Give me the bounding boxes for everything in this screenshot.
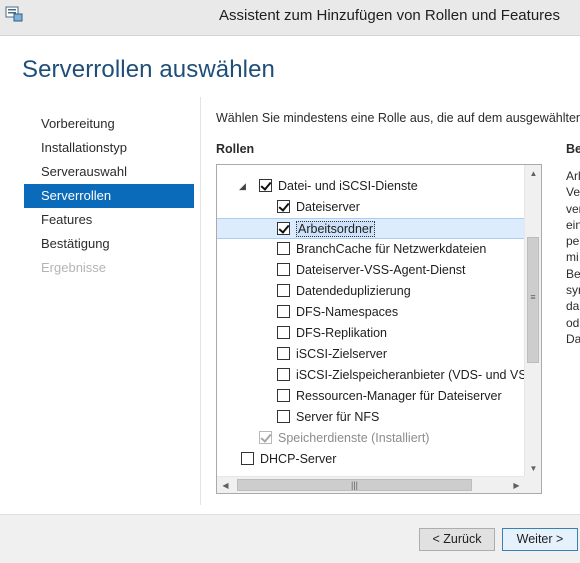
description-header: Be bbox=[566, 142, 580, 156]
nav-divider bbox=[200, 97, 201, 505]
role-checkbox[interactable] bbox=[277, 347, 290, 360]
description-line: Da bbox=[566, 331, 580, 346]
grip-icon: ≡ bbox=[530, 292, 536, 302]
nav-item-features[interactable]: Features bbox=[24, 208, 194, 232]
role-label: DHCP-Server bbox=[260, 452, 337, 466]
role-row[interactable]: ◢ Datei- und iSCSI-Dienste bbox=[217, 176, 525, 197]
nav-item-bestätigung[interactable]: Bestätigung bbox=[24, 232, 194, 256]
role-checkbox[interactable] bbox=[277, 305, 290, 318]
roles-header: Rollen bbox=[216, 142, 255, 156]
description-line: Arl bbox=[566, 169, 580, 183]
nav-item-ergebnisse: Ergebnisse bbox=[41, 260, 107, 275]
scrollbar-corner bbox=[524, 476, 541, 493]
role-row[interactable]: Datendeduplizierung bbox=[217, 281, 525, 302]
role-label: Server für NFS bbox=[296, 410, 380, 424]
role-label: Speicherdienste (Installiert) bbox=[278, 431, 430, 445]
horizontal-scroll-thumb[interactable]: ||| bbox=[237, 479, 472, 491]
role-checkbox[interactable] bbox=[259, 179, 272, 192]
nav-item-serverrollen[interactable]: Serverrollen bbox=[24, 184, 194, 208]
role-checkbox[interactable] bbox=[277, 222, 290, 235]
role-row[interactable]: Dateiserver-VSS-Agent-Dienst bbox=[217, 260, 525, 281]
role-row[interactable]: iSCSI-Zielspeicheranbieter (VDS- und VSS… bbox=[217, 365, 525, 386]
role-label: Datei- und iSCSI-Dienste bbox=[278, 179, 418, 193]
role-row[interactable]: Server für NFS bbox=[217, 407, 525, 428]
nav-item-installationstyp[interactable]: Installationstyp bbox=[24, 136, 194, 160]
role-row[interactable]: DHCP-Server bbox=[217, 449, 525, 470]
instruction-text: Wählen Sie mindestens eine Rolle aus, di… bbox=[216, 111, 580, 125]
scroll-up-icon[interactable]: ▲ bbox=[525, 165, 541, 182]
window-title: Assistent zum Hinzufügen von Rollen und … bbox=[218, 7, 560, 24]
description-line: Be bbox=[566, 266, 580, 281]
role-label: Ressourcen-Manager für Dateiserver bbox=[296, 389, 502, 403]
scroll-right-icon[interactable]: ▶ bbox=[508, 477, 525, 493]
wizard-nav: Vorbereitung Installationstyp Serverauswah… bbox=[24, 112, 194, 280]
vertical-scrollbar[interactable]: ▲ ≡ ▼ bbox=[524, 165, 541, 477]
role-label: Dateiserver-VSS-Agent-Dienst bbox=[296, 263, 466, 277]
scroll-down-icon[interactable]: ▼ bbox=[525, 460, 541, 477]
collapse-arrow-icon[interactable]: ◢ bbox=[239, 181, 249, 191]
role-checkbox[interactable] bbox=[277, 200, 290, 213]
description-line: mi bbox=[566, 250, 579, 265]
vertical-scroll-thumb[interactable]: ≡ bbox=[527, 237, 539, 363]
role-checkbox[interactable] bbox=[277, 326, 290, 339]
description-line: Ve bbox=[566, 185, 580, 200]
roles-list[interactable]: ◢ Datei- und iSCSI-Dienste Dateiserver Arbe… bbox=[216, 164, 542, 494]
next-button[interactable]: Weiter > bbox=[502, 528, 578, 551]
role-checkbox[interactable] bbox=[277, 389, 290, 402]
role-row[interactable]: Ressourcen-Manager für Dateiserver bbox=[217, 386, 525, 407]
role-checkbox[interactable] bbox=[277, 410, 290, 423]
role-checkbox bbox=[259, 431, 272, 444]
role-label: DFS-Namespaces bbox=[296, 305, 399, 319]
role-row[interactable]: Dateiserver bbox=[217, 197, 525, 218]
role-checkbox[interactable] bbox=[277, 263, 290, 276]
role-label: iSCSI-Zielserver bbox=[296, 347, 387, 361]
role-checkbox[interactable] bbox=[277, 284, 290, 297]
role-label: Dateiserver bbox=[296, 200, 360, 214]
role-checkbox[interactable] bbox=[277, 242, 290, 255]
role-checkbox[interactable] bbox=[277, 368, 290, 381]
wizard-footer: < Zurück Weiter > bbox=[0, 514, 580, 563]
role-row[interactable]: DFS-Namespaces bbox=[217, 302, 525, 323]
role-checkbox[interactable] bbox=[241, 452, 254, 465]
nav-item-serverauswahl[interactable]: Serverauswahl bbox=[24, 160, 194, 184]
description-line: ein bbox=[566, 217, 580, 232]
description-line: pe bbox=[566, 234, 580, 249]
roles-list-rows: ◢ Datei- und iSCSI-Dienste Dateiserver Arbe… bbox=[217, 165, 525, 477]
description-line: od bbox=[566, 315, 580, 330]
role-row[interactable]: BranchCache für Netzwerkdateien bbox=[217, 239, 525, 260]
page-title: Serverrollen auswählen bbox=[22, 56, 276, 83]
role-row: Speicherdienste (Installiert) bbox=[217, 428, 525, 449]
role-label: iSCSI-Zielspeicheranbieter (VDS- und VSS… bbox=[296, 368, 525, 382]
horizontal-scrollbar[interactable]: ◀ ||| ▶ bbox=[217, 476, 525, 493]
description-text: Arl Veverein pemiBe syndaodDa bbox=[566, 168, 580, 347]
role-row[interactable]: Arbeitsordner bbox=[217, 218, 525, 239]
role-row[interactable]: iSCSI-Zielserver bbox=[217, 344, 525, 365]
title-bar: Assistent zum Hinzufügen von Rollen und … bbox=[0, 0, 580, 36]
scroll-left-icon[interactable]: ◀ bbox=[217, 477, 234, 493]
nav-item-vorbereitung[interactable]: Vorbereitung bbox=[24, 112, 194, 136]
role-row[interactable]: DFS-Replikation bbox=[217, 323, 525, 344]
description-line: da bbox=[566, 299, 580, 314]
role-label: Arbeitsordner bbox=[296, 221, 376, 237]
role-label: Datendeduplizierung bbox=[296, 284, 411, 298]
role-label: DFS-Replikation bbox=[296, 326, 388, 340]
role-label: BranchCache für Netzwerkdateien bbox=[296, 242, 487, 256]
description-line: ver bbox=[566, 201, 580, 216]
server-manager-icon bbox=[5, 6, 23, 22]
description-line: syn bbox=[566, 283, 580, 298]
back-button[interactable]: < Zurück bbox=[419, 528, 495, 551]
